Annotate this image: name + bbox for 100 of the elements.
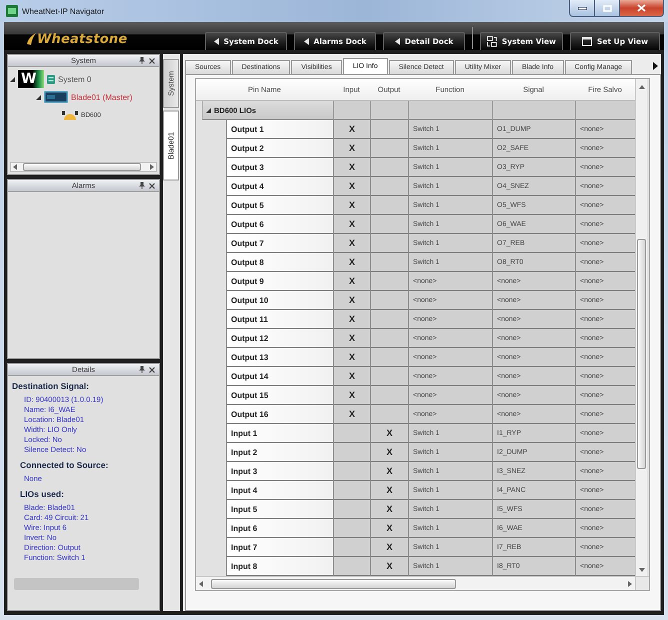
server-icon — [47, 74, 55, 84]
table-cell: X — [370, 557, 408, 576]
table-cell — [333, 424, 370, 443]
table-cell — [370, 272, 408, 291]
minimize-icon — [578, 6, 586, 10]
table-cell: X — [333, 139, 370, 158]
close-icon[interactable] — [149, 182, 155, 188]
table-cell — [370, 386, 408, 405]
table-cell — [370, 348, 408, 367]
table-cell — [370, 177, 408, 196]
table-cell — [370, 310, 408, 329]
table-cell: Input 4 — [226, 481, 333, 500]
logo-text: Wheatstone — [37, 32, 128, 46]
expanded-triangle-icon[interactable] — [36, 94, 41, 100]
scroll-left-icon[interactable] — [13, 164, 17, 170]
section-heading: LIOs used: — [20, 489, 64, 499]
table-cell — [333, 101, 370, 120]
section-heading: Connected to Source: — [20, 460, 108, 470]
table-cell — [370, 234, 408, 253]
dome-icon — [62, 109, 78, 121]
table-cell: X — [333, 177, 370, 196]
window-icon — [582, 37, 592, 46]
minimize-button[interactable] — [569, 0, 595, 17]
table-cell — [333, 462, 370, 481]
scrollbar-thumb[interactable] — [211, 578, 456, 588]
table-cell: X — [333, 310, 370, 329]
close-button[interactable] — [620, 0, 664, 17]
maximize-button[interactable] — [595, 0, 620, 17]
table-cell: Output 8 — [226, 253, 333, 272]
table-cell: Input 1 — [226, 424, 333, 443]
table-cell: X — [333, 253, 370, 272]
table-cell: Output 4 — [226, 177, 333, 196]
table-cell: Input 3 — [226, 462, 333, 481]
logo-mark-icon — [26, 33, 36, 45]
table-cell: X — [333, 291, 370, 310]
table-cell: X — [333, 348, 370, 367]
expanded-triangle-icon[interactable] — [206, 108, 211, 112]
table-cell: Output 12 — [226, 329, 333, 348]
table-cell — [333, 500, 370, 519]
table-cell — [370, 329, 408, 348]
table-cell: X — [333, 405, 370, 424]
table-cell: X — [370, 500, 408, 519]
table-cell: Input 5 — [226, 500, 333, 519]
table-cell: X — [370, 424, 408, 443]
maximize-icon — [602, 4, 612, 12]
table-cell — [575, 101, 635, 120]
table-cell — [370, 405, 408, 424]
table-cell — [370, 196, 408, 215]
tree-item[interactable]: Blade01 (Master) — [71, 92, 132, 102]
horizontal-scrollbar[interactable] — [196, 576, 635, 590]
table-cell: Output 2 — [226, 139, 333, 158]
scroll-right-icon[interactable] — [653, 62, 658, 70]
table-cell: X — [370, 481, 408, 500]
table-cell: Output 9 — [226, 272, 333, 291]
scrollbar-thumb[interactable] — [637, 239, 646, 469]
table-cell: Output 13 — [226, 348, 333, 367]
table-cell — [370, 158, 408, 177]
tree-item[interactable]: System 0 — [58, 74, 92, 84]
table-cell — [370, 215, 408, 234]
table-cell: Output 14 — [226, 367, 333, 386]
vertical-scrollbar[interactable] — [635, 79, 647, 576]
window-title: WheatNet-IP Navigator — [22, 6, 104, 16]
table-cell: Input 8 — [226, 557, 333, 576]
table-cell — [333, 557, 370, 576]
table-cell: X — [333, 215, 370, 234]
scroll-left-icon[interactable] — [199, 580, 203, 586]
table-cell — [370, 120, 408, 139]
table-cell — [370, 139, 408, 158]
table-cell: X — [333, 367, 370, 386]
table-cell: X — [333, 386, 370, 405]
table-cell: X — [370, 443, 408, 462]
table-cell: Output 6 — [226, 215, 333, 234]
table-cell: Output 16 — [226, 405, 333, 424]
table-cell — [370, 367, 408, 386]
pin-icon[interactable] — [139, 57, 145, 64]
close-icon[interactable] — [149, 366, 155, 372]
table-cell: X — [333, 329, 370, 348]
table-cell: X — [333, 120, 370, 139]
table-cell: Output 15 — [226, 386, 333, 405]
pin-icon[interactable] — [139, 182, 145, 189]
scroll-down-icon[interactable] — [638, 568, 644, 572]
close-icon — [637, 4, 646, 12]
left-arrow-icon — [214, 38, 219, 45]
device-icon — [44, 91, 68, 103]
table-cell — [333, 481, 370, 500]
close-icon[interactable] — [149, 58, 155, 64]
left-arrow-icon — [394, 38, 400, 45]
pin-icon[interactable] — [139, 366, 145, 373]
expanded-triangle-icon[interactable] — [10, 76, 15, 82]
scroll-up-icon[interactable] — [638, 85, 644, 89]
table-cell: X — [333, 158, 370, 177]
scrollbar-thumb[interactable] — [23, 163, 141, 171]
system-logo: W — [18, 70, 44, 88]
table-cell: X — [370, 462, 408, 481]
horizontal-scrollbar[interactable] — [10, 162, 157, 172]
table-cell — [333, 538, 370, 557]
table-cell: Output 11 — [226, 310, 333, 329]
table-cell — [333, 443, 370, 462]
table-cell: Output 7 — [226, 234, 333, 253]
table-cell: Input 7 — [226, 538, 333, 557]
